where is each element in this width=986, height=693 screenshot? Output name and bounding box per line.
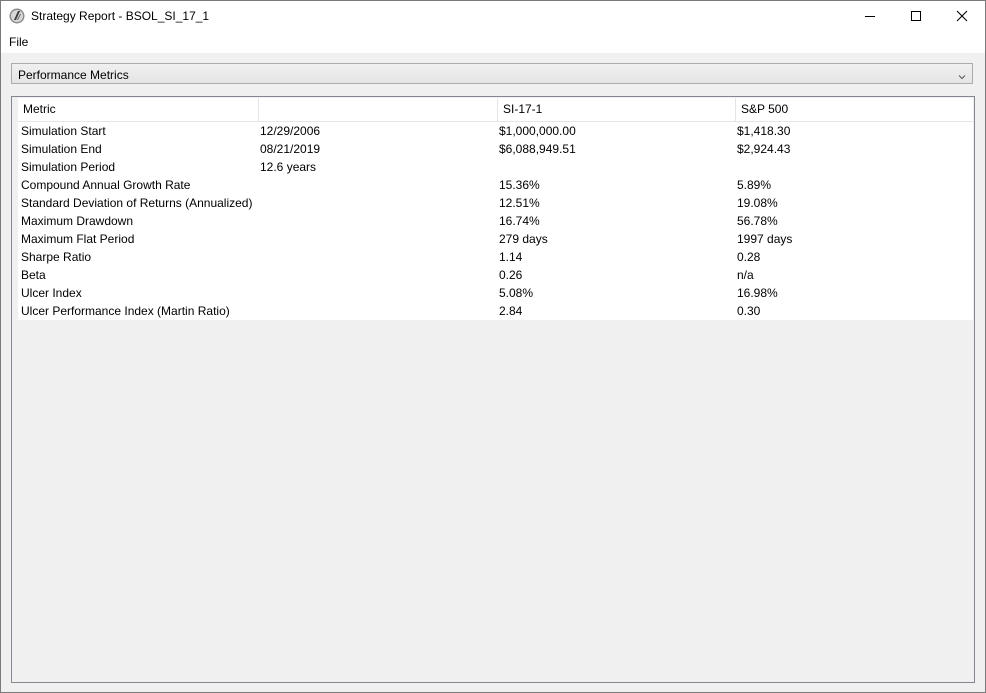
- strategy-value: 12.51%: [499, 196, 540, 210]
- benchmark-value: n/a: [737, 268, 754, 282]
- strategy-value: 16.74%: [499, 214, 540, 228]
- table-row[interactable]: Simulation Period 12.6 years: [18, 158, 973, 176]
- maximize-icon: [911, 11, 921, 21]
- table-row[interactable]: Compound Annual Growth Rate 15.36% 5.89%: [18, 176, 973, 194]
- benchmark-value: 16.98%: [737, 286, 778, 300]
- header-value[interactable]: [259, 98, 498, 121]
- metric-name: Maximum Flat Period: [21, 232, 135, 246]
- chevron-down-icon: [958, 69, 966, 83]
- table-row[interactable]: Simulation End 08/21/2019 $6,088,949.51 …: [18, 140, 973, 158]
- strategy-value: 15.36%: [499, 178, 540, 192]
- report-type-dropdown[interactable]: Performance Metrics: [11, 63, 973, 84]
- benchmark-value: $1,418.30: [737, 124, 791, 138]
- metric-value: 12.6 years: [260, 160, 317, 174]
- benchmark-value: 0.30: [737, 304, 761, 318]
- strategy-value: 2.84: [499, 304, 523, 318]
- benchmark-value: 5.89%: [737, 178, 772, 192]
- metric-name: Ulcer Index: [21, 286, 82, 300]
- table-row[interactable]: Ulcer Performance Index (Martin Ratio) 2…: [18, 302, 973, 320]
- table-row[interactable]: Sharpe Ratio 1.14 0.28: [18, 248, 973, 266]
- window-title: Strategy Report - BSOL_SI_17_1: [31, 9, 210, 23]
- strategy-value: 279 days: [499, 232, 548, 246]
- strategy-report-window: Strategy Report - BSOL_SI_17_1 File Perf…: [0, 0, 986, 693]
- minimize-icon: [865, 16, 875, 17]
- strategy-value: $1,000,000.00: [499, 124, 576, 138]
- metrics-table: Metric SI-17-1 S&P 500 Simulation Start …: [11, 96, 975, 683]
- strategy-value: $6,088,949.51: [499, 142, 576, 156]
- title-bar[interactable]: Strategy Report - BSOL_SI_17_1: [1, 1, 985, 31]
- report-type-selected: Performance Metrics: [18, 68, 129, 82]
- metric-name: Standard Deviation of Returns (Annualize…: [21, 196, 253, 210]
- strategy-value: 0.26: [499, 268, 523, 282]
- benchmark-value: 56.78%: [737, 214, 778, 228]
- close-button[interactable]: [939, 1, 985, 31]
- table-row[interactable]: Maximum Flat Period 279 days 1997 days: [18, 230, 973, 248]
- menu-file[interactable]: File: [9, 35, 28, 49]
- strategy-value: 5.08%: [499, 286, 534, 300]
- metric-name: Simulation Start: [21, 124, 106, 138]
- close-icon: [956, 10, 968, 22]
- table-row[interactable]: Maximum Drawdown 16.74% 56.78%: [18, 212, 973, 230]
- metric-value: 12/29/2006: [260, 124, 321, 138]
- metric-name: Maximum Drawdown: [21, 214, 134, 228]
- metric-name: Simulation Period: [21, 160, 116, 174]
- metric-name: Simulation End: [21, 142, 102, 156]
- header-strategy[interactable]: SI-17-1: [498, 98, 736, 121]
- minimize-button[interactable]: [847, 1, 893, 31]
- table-header: Metric SI-17-1 S&P 500: [18, 98, 973, 122]
- table-row[interactable]: Beta 0.26 n/a: [18, 266, 973, 284]
- benchmark-value: 1997 days: [737, 232, 793, 246]
- metric-value: 08/21/2019: [260, 142, 321, 156]
- benchmark-value: $2,924.43: [737, 142, 791, 156]
- metric-name: Ulcer Performance Index (Martin Ratio): [21, 304, 230, 318]
- app-icon: [9, 8, 25, 24]
- benchmark-value: 19.08%: [737, 196, 778, 210]
- metric-name: Compound Annual Growth Rate: [21, 178, 191, 192]
- table-row[interactable]: Standard Deviation of Returns (Annualize…: [18, 194, 973, 212]
- metric-name: Sharpe Ratio: [21, 250, 92, 264]
- header-benchmark[interactable]: S&P 500: [736, 98, 973, 121]
- strategy-value: 1.14: [499, 250, 523, 264]
- metric-name: Beta: [21, 268, 46, 282]
- header-metric[interactable]: Metric: [18, 98, 259, 121]
- menu-bar: File: [1, 31, 985, 53]
- table-row[interactable]: Simulation Start 12/29/2006 $1,000,000.0…: [18, 122, 973, 140]
- table-row[interactable]: Ulcer Index 5.08% 16.98%: [18, 284, 973, 302]
- maximize-button[interactable]: [893, 1, 939, 31]
- table-body: Simulation Start 12/29/2006 $1,000,000.0…: [18, 122, 973, 320]
- benchmark-value: 0.28: [737, 250, 761, 264]
